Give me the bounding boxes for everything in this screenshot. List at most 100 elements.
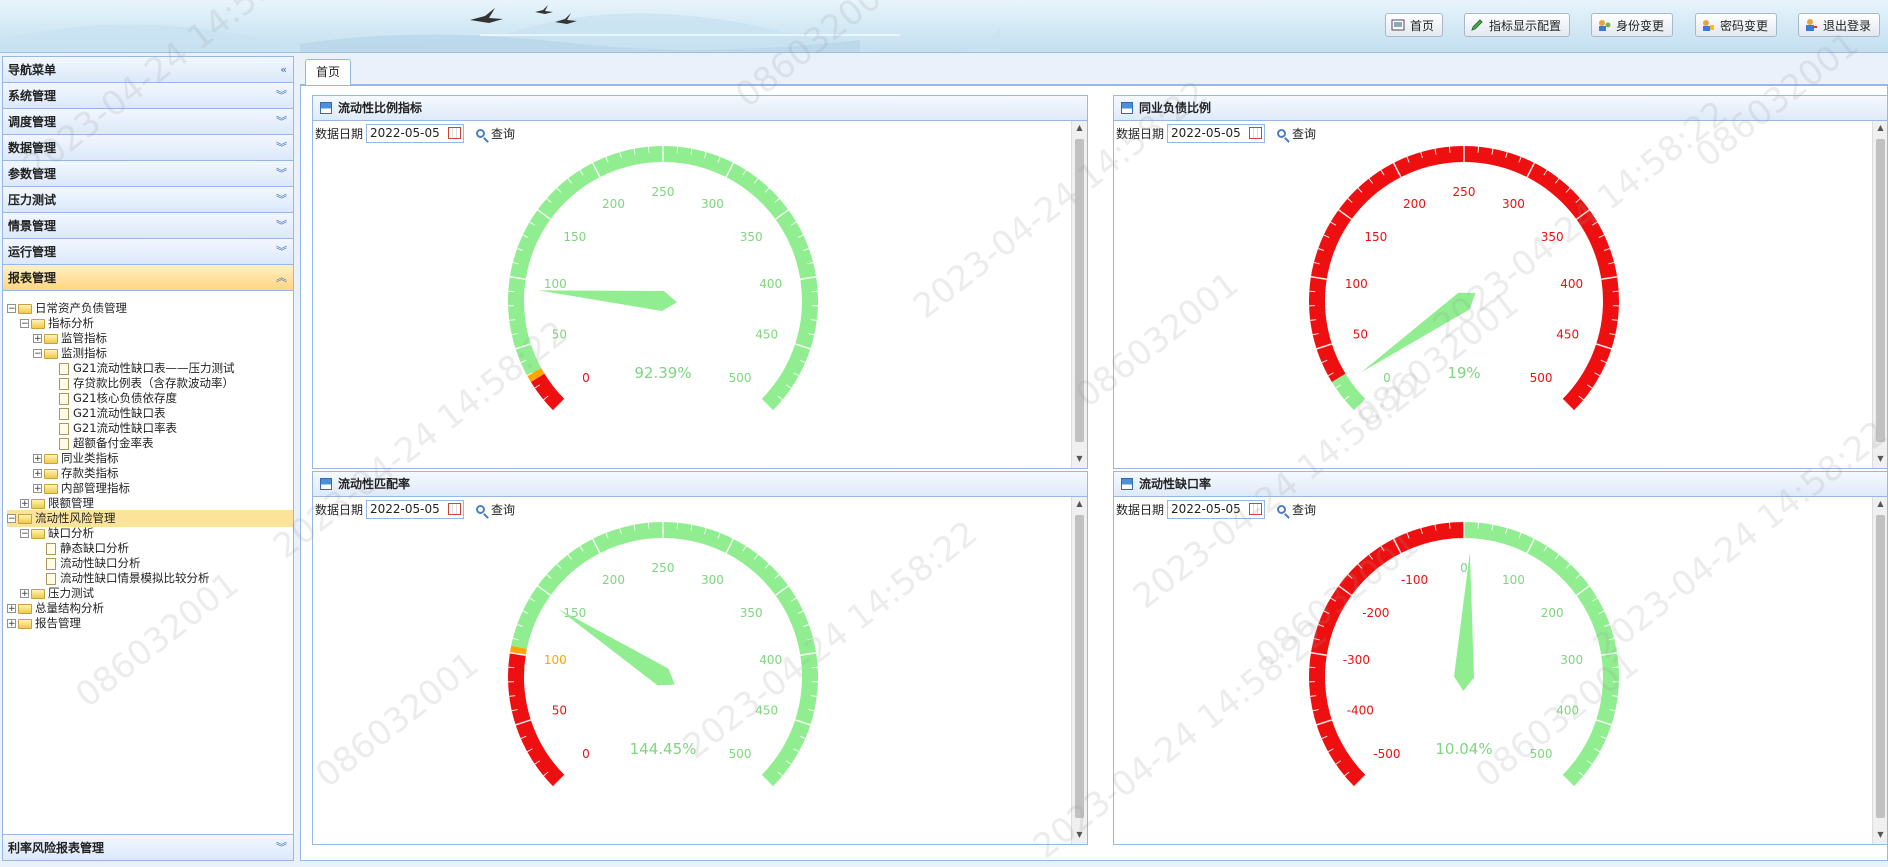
chevron-down-icon: ︾ <box>276 109 285 135</box>
chevron-down-icon: ︾ <box>276 83 285 109</box>
folder-icon <box>31 499 45 509</box>
date-input[interactable]: 2022-05-05 <box>1167 500 1265 519</box>
scroll-up-icon[interactable]: ▲ <box>1873 497 1888 511</box>
gauge-tick-label: 100 <box>544 277 567 291</box>
password-change-button[interactable]: 密码变更 <box>1695 13 1777 37</box>
section-data-management[interactable]: 数据管理︾ <box>3 135 293 161</box>
gauge-tick-label: 500 <box>1530 747 1553 761</box>
scroll-down-icon[interactable]: ▼ <box>1072 452 1087 466</box>
section-operation-management[interactable]: 运行管理︾ <box>3 239 293 265</box>
document-icon <box>59 438 69 450</box>
gauge-tick-label: -500 <box>1373 747 1400 761</box>
expand-icon[interactable]: + <box>20 589 29 598</box>
panel-header: 流动性比例指标 <box>313 96 1087 121</box>
collapse-icon[interactable]: − <box>7 514 16 523</box>
vertical-scrollbar[interactable]: ▲▼ <box>1872 121 1888 468</box>
date-input[interactable]: 2022-05-05 <box>1167 124 1265 143</box>
scroll-thumb[interactable] <box>1075 139 1084 442</box>
section-stress-test[interactable]: 压力测试︾ <box>3 187 293 213</box>
calendar-icon[interactable] <box>1249 503 1262 515</box>
calendar-icon[interactable] <box>448 127 461 139</box>
gauge-tick-label: 50 <box>552 328 567 342</box>
vertical-scrollbar[interactable]: ▲▼ <box>1071 121 1087 468</box>
gauge-tick-label: 100 <box>544 653 567 667</box>
expand-icon[interactable]: + <box>33 334 42 343</box>
scroll-up-icon[interactable]: ▲ <box>1072 497 1087 511</box>
section-interest-rate-risk-reports[interactable]: 利率风险报表管理︾ <box>3 834 293 860</box>
collapse-icon[interactable]: − <box>33 349 42 358</box>
gauge-tick-label: 400 <box>1556 704 1579 718</box>
gauge-tick-label: 500 <box>1530 371 1553 385</box>
collapse-icon[interactable]: − <box>7 304 16 313</box>
scroll-up-icon[interactable]: ▲ <box>1072 121 1087 135</box>
date-input[interactable]: 2022-05-05 <box>366 500 464 519</box>
expand-icon[interactable]: + <box>7 619 16 628</box>
section-scheduling-management[interactable]: 调度管理︾ <box>3 109 293 135</box>
folder-icon <box>18 304 32 314</box>
scroll-down-icon[interactable]: ▼ <box>1873 828 1888 842</box>
gauge-tick-label: -400 <box>1347 704 1374 718</box>
logout-label: 退出登录 <box>1823 17 1871 34</box>
section-scenario-management[interactable]: 情景管理︾ <box>3 213 293 239</box>
folder-icon <box>18 619 32 629</box>
expand-icon[interactable]: + <box>33 484 42 493</box>
identity-change-label: 身份变更 <box>1616 17 1664 34</box>
tree-folder-node[interactable]: +报告管理 <box>7 615 293 632</box>
gauge-needle <box>1361 293 1475 372</box>
logout-icon <box>1804 18 1818 32</box>
scroll-down-icon[interactable]: ▼ <box>1873 452 1888 466</box>
date-label: 数据日期 <box>1116 501 1164 518</box>
document-icon <box>59 378 69 390</box>
folder-icon <box>44 469 58 479</box>
gauge-tick-label: 200 <box>602 573 625 587</box>
document-icon <box>59 363 69 375</box>
expand-icon[interactable]: + <box>33 454 42 463</box>
collapse-sidebar-icon[interactable]: « <box>280 57 285 83</box>
gauge-tick-label: 150 <box>563 230 586 244</box>
gauge-tick <box>1478 523 1479 529</box>
collapse-icon[interactable]: − <box>20 319 29 328</box>
collapse-icon[interactable]: − <box>20 529 29 538</box>
scroll-thumb[interactable] <box>1876 139 1885 442</box>
date-input[interactable]: 2022-05-05 <box>366 124 464 143</box>
home-button[interactable]: 首页 <box>1385 13 1443 37</box>
panel-header: 流动性缺口率 <box>1114 472 1888 497</box>
folder-icon <box>31 529 45 539</box>
identity-change-button[interactable]: 身份变更 <box>1591 13 1673 37</box>
gauge-tick-label: 200 <box>602 197 625 211</box>
password-change-label: 密码变更 <box>1720 17 1768 34</box>
gauge-tick-label: 450 <box>755 704 778 718</box>
save-icon <box>1121 102 1133 114</box>
calendar-icon[interactable] <box>1249 127 1262 139</box>
chevron-down-icon: ︾ <box>276 187 285 213</box>
section-parameter-management[interactable]: 参数管理︾ <box>3 161 293 187</box>
gauge-tick-label: 450 <box>1556 328 1579 342</box>
tab-home[interactable]: 首页 <box>305 59 351 86</box>
chevron-down-icon: ︾ <box>276 239 285 265</box>
expand-icon[interactable]: + <box>33 469 42 478</box>
tab-bar: 首页 <box>300 56 1888 85</box>
gauge-tick-label: -200 <box>1362 606 1389 620</box>
scroll-down-icon[interactable]: ▼ <box>1072 828 1087 842</box>
gauge-tick-label: 200 <box>1541 606 1564 620</box>
gauge-liquidity-matching-ratio: 050100150200250300350400450500144.45% <box>463 502 863 802</box>
gauge-needle <box>538 290 676 311</box>
chevron-down-icon: ︾ <box>276 213 285 239</box>
date-label: 数据日期 <box>315 501 363 518</box>
scroll-up-icon[interactable]: ▲ <box>1873 121 1888 135</box>
dashboard-content: 流动性比例指标 数据日期 2022-05-05 查询 0501001502002… <box>300 85 1888 861</box>
panel-interbank-liability-ratio: 同业负债比例 数据日期 2022-05-05 查询 05010015020025… <box>1113 95 1888 469</box>
scroll-thumb[interactable] <box>1075 515 1084 818</box>
indicator-config-button[interactable]: 指标显示配置 <box>1464 13 1570 37</box>
vertical-scrollbar[interactable]: ▲▼ <box>1872 497 1888 844</box>
calendar-icon[interactable] <box>448 503 461 515</box>
document-icon <box>46 573 56 585</box>
expand-icon[interactable]: + <box>20 499 29 508</box>
expand-icon[interactable]: + <box>7 604 16 613</box>
panel-header: 同业负债比例 <box>1114 96 1888 121</box>
section-report-management[interactable]: 报表管理︽ <box>3 265 293 291</box>
section-system-management[interactable]: 系统管理︾ <box>3 83 293 109</box>
scroll-thumb[interactable] <box>1876 515 1885 818</box>
logout-button[interactable]: 退出登录 <box>1798 13 1880 37</box>
vertical-scrollbar[interactable]: ▲▼ <box>1071 497 1087 844</box>
